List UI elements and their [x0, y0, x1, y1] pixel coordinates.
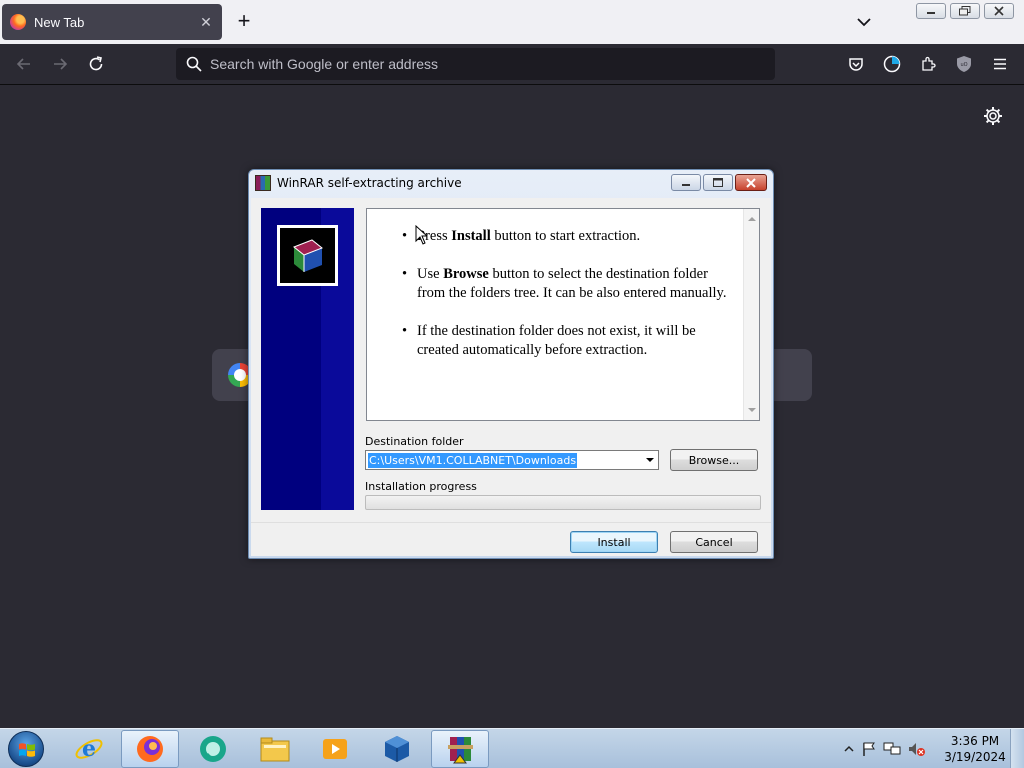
close-icon — [994, 6, 1004, 16]
close-window-button[interactable] — [984, 3, 1014, 19]
dialog-close-button[interactable] — [735, 174, 767, 191]
scroll-down-icon[interactable] — [748, 408, 756, 412]
clock-time: 3:36 PM — [950, 734, 1000, 748]
firefox-icon — [137, 736, 163, 762]
installation-progress-bar — [365, 495, 761, 510]
winrar-banner — [261, 208, 354, 510]
install-button[interactable]: Install — [570, 531, 658, 553]
minimize-button[interactable] — [916, 3, 946, 19]
extensions-button[interactable] — [916, 52, 940, 76]
taskbar-file-explorer[interactable] — [246, 730, 304, 768]
instruction-item: Press Install button to start extraction… — [402, 227, 737, 246]
ublock-button[interactable]: uO — [952, 52, 976, 76]
show-desktop-button[interactable] — [1010, 729, 1024, 768]
reload-button[interactable] — [84, 52, 108, 76]
destination-folder-label: Destination folder — [365, 435, 464, 448]
pocket-button[interactable] — [844, 52, 868, 76]
file-explorer-icon — [260, 737, 290, 762]
dropdown-arrow-icon[interactable] — [646, 458, 654, 462]
instruction-item: If the destination folder does not exist… — [402, 322, 737, 360]
dialog-body: Press Install button to start extraction… — [251, 198, 771, 556]
taskbar-clock[interactable]: 3:36 PM 3/19/2024 — [940, 733, 1010, 765]
cube-icon — [293, 239, 323, 272]
instructions-scrollbar[interactable] — [743, 209, 759, 420]
navigation-toolbar: Search with Google or enter address uO — [0, 44, 1024, 85]
url-bar[interactable]: Search with Google or enter address — [176, 48, 775, 80]
reload-icon — [89, 56, 103, 71]
app-menu-button[interactable] — [988, 52, 1012, 76]
svg-text:uO: uO — [960, 62, 967, 68]
browse-button[interactable]: Browse... — [670, 449, 758, 471]
internet-explorer-icon: e — [75, 736, 103, 762]
gear-icon — [984, 107, 1002, 125]
hamburger-menu-icon — [994, 58, 1006, 70]
account-icon — [883, 55, 901, 73]
virtualbox-icon — [385, 736, 409, 762]
puzzle-icon — [922, 56, 936, 71]
destination-folder-combo[interactable]: C:\Users\VM1.COLLABNET\Downloads — [365, 450, 659, 470]
winrar-sfx-dialog: WinRAR self-extracting archive • Press I… — [248, 169, 774, 559]
instruction-item: Use Browse button to select the destinat… — [402, 265, 737, 303]
taskbar-media-player[interactable] — [306, 730, 364, 768]
restore-icon — [959, 6, 971, 16]
cancel-button[interactable]: Cancel — [670, 531, 758, 553]
search-icon — [186, 56, 202, 72]
windows-logo-icon — [19, 743, 35, 757]
volume-muted-icon[interactable] — [907, 741, 925, 757]
minimize-icon — [927, 12, 935, 14]
restore-button[interactable] — [950, 3, 980, 19]
taskbar-firefox[interactable] — [121, 730, 179, 768]
close-icon — [746, 177, 756, 188]
window-controls — [916, 3, 1014, 19]
pocket-icon — [849, 58, 863, 71]
maximize-icon — [713, 178, 723, 187]
dialog-title: WinRAR self-extracting archive — [277, 176, 462, 190]
dialog-maximize-button[interactable] — [703, 174, 733, 191]
taskbar-virtualbox[interactable] — [368, 730, 426, 768]
taskbar-winrar[interactable] — [431, 730, 489, 768]
dialog-separator — [251, 522, 771, 523]
taskbar: e 3:36 PM 3/19/2024 — [0, 728, 1024, 768]
winrar-icon — [448, 737, 473, 764]
list-all-tabs-button[interactable] — [852, 12, 876, 32]
personalize-button[interactable] — [982, 105, 1004, 127]
system-tray — [843, 729, 925, 768]
tab-title: New Tab — [34, 14, 85, 30]
close-tab-icon[interactable]: ✕ — [198, 14, 214, 31]
arrow-right-icon — [54, 58, 68, 70]
firefox-icon — [10, 14, 26, 30]
action-center-flag-icon[interactable] — [861, 741, 877, 757]
firefox-view-button[interactable] — [880, 52, 904, 76]
clock-date: 3/19/2024 — [944, 750, 1006, 764]
show-hidden-icons-icon[interactable] — [843, 743, 855, 755]
url-placeholder: Search with Google or enter address — [210, 56, 439, 72]
scroll-up-icon[interactable] — [748, 217, 756, 221]
network-icon[interactable] — [883, 741, 901, 757]
winrar-logo — [277, 225, 338, 286]
back-button[interactable] — [12, 52, 36, 76]
instructions-list: Press Install button to start extraction… — [402, 227, 737, 379]
chevron-down-icon — [857, 18, 871, 27]
arrow-left-icon — [16, 58, 30, 70]
destination-folder-value[interactable]: C:\Users\VM1.COLLABNET\Downloads — [368, 453, 578, 468]
dialog-minimize-button[interactable] — [671, 174, 701, 191]
tab-strip: New Tab ✕ + — [0, 0, 1024, 44]
installation-progress-label: Installation progress — [365, 480, 477, 493]
tab-new-tab[interactable]: New Tab ✕ — [2, 4, 222, 40]
winrar-icon — [255, 175, 271, 191]
mouse-cursor-icon — [415, 225, 427, 245]
start-button[interactable] — [8, 731, 44, 767]
shield-icon: uO — [957, 56, 971, 72]
taskbar-internet-explorer[interactable]: e — [60, 730, 118, 768]
new-tab-button[interactable]: + — [232, 10, 256, 34]
chat-app-icon — [200, 736, 226, 762]
forward-button[interactable] — [48, 52, 72, 76]
taskbar-chat-app[interactable] — [184, 730, 242, 768]
svg-text:e: e — [82, 736, 96, 762]
minimize-icon — [682, 183, 690, 186]
dialog-window-controls — [671, 174, 767, 191]
media-player-icon — [323, 739, 347, 759]
